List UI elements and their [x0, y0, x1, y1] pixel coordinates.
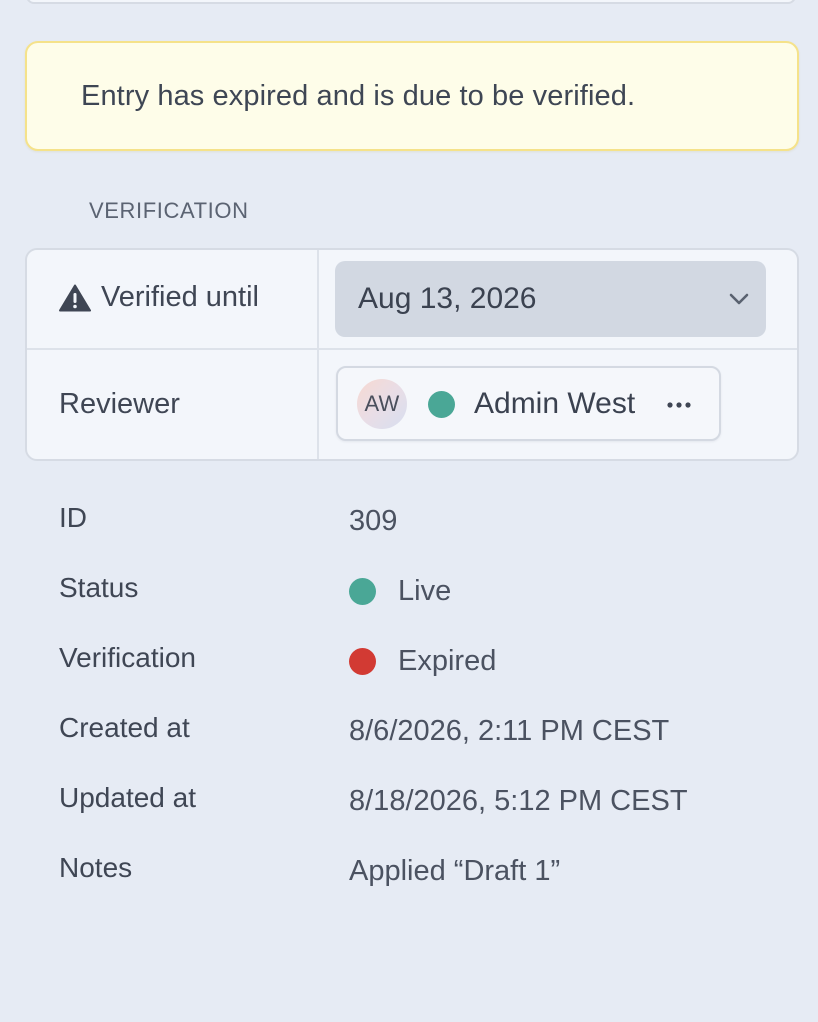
avatar: AW — [357, 379, 407, 429]
updated-at-label: Updated at — [59, 782, 196, 813]
ellipsis-icon — [667, 402, 691, 408]
expired-status-dot — [349, 648, 376, 675]
previous-card-edge — [26, 0, 796, 4]
verification-section-heading: VERIFICATION — [89, 198, 249, 223]
notes-value: Applied “Draft 1” — [349, 855, 561, 887]
detail-row-verification: Verification Expired — [0, 642, 818, 682]
warning-triangle-icon — [59, 284, 91, 311]
reviewer-label: Reviewer — [59, 388, 180, 420]
chevron-down-icon — [729, 293, 749, 305]
alert-message: Entry has expired and is due to be verif… — [81, 79, 636, 112]
verification-text: Expired — [398, 645, 497, 677]
created-at-value: 8/6/2026, 2:11 PM CEST — [349, 715, 670, 747]
verification-label: Verification — [59, 642, 196, 673]
detail-row-updated: Updated at 8/18/2026, 5:12 PM CEST — [0, 782, 818, 822]
status-label: Status — [59, 572, 139, 603]
status-value: Live — [349, 575, 451, 608]
reviewer-name: Admin West — [474, 387, 636, 420]
verified-until-row: Verified until Aug 13, 2026 — [27, 250, 797, 350]
verified-until-date-select[interactable]: Aug 13, 2026 — [335, 261, 766, 337]
created-at-label: Created at — [59, 712, 190, 743]
reviewer-row: Reviewer AW Admin West — [27, 350, 797, 459]
verified-until-label: Verified until — [59, 281, 259, 314]
id-label: ID — [59, 502, 87, 533]
presence-status-dot — [428, 391, 455, 418]
expired-alert-banner: Entry has expired and is due to be verif… — [25, 41, 799, 151]
verified-until-value: Aug 13, 2026 — [358, 282, 537, 315]
status-text: Live — [398, 575, 452, 607]
notes-label: Notes — [59, 852, 133, 883]
verification-panel: Verified until Aug 13, 2026 Reviewer AW … — [25, 248, 799, 461]
verification-value: Expired — [349, 645, 496, 678]
reviewer-chip[interactable]: AW Admin West — [336, 366, 721, 441]
id-value: 309 — [349, 505, 398, 537]
detail-row-notes: Notes Applied “Draft 1” — [0, 852, 818, 892]
reviewer-more-button[interactable] — [662, 390, 696, 420]
detail-row-created: Created at 8/6/2026, 2:11 PM CEST — [0, 712, 818, 752]
detail-row-status: Status Live — [0, 572, 818, 612]
live-status-dot — [349, 578, 376, 605]
verified-until-text: Verified until — [101, 281, 259, 313]
detail-row-id: ID 309 — [0, 502, 818, 542]
updated-at-value: 8/18/2026, 5:12 PM CEST — [349, 785, 688, 817]
